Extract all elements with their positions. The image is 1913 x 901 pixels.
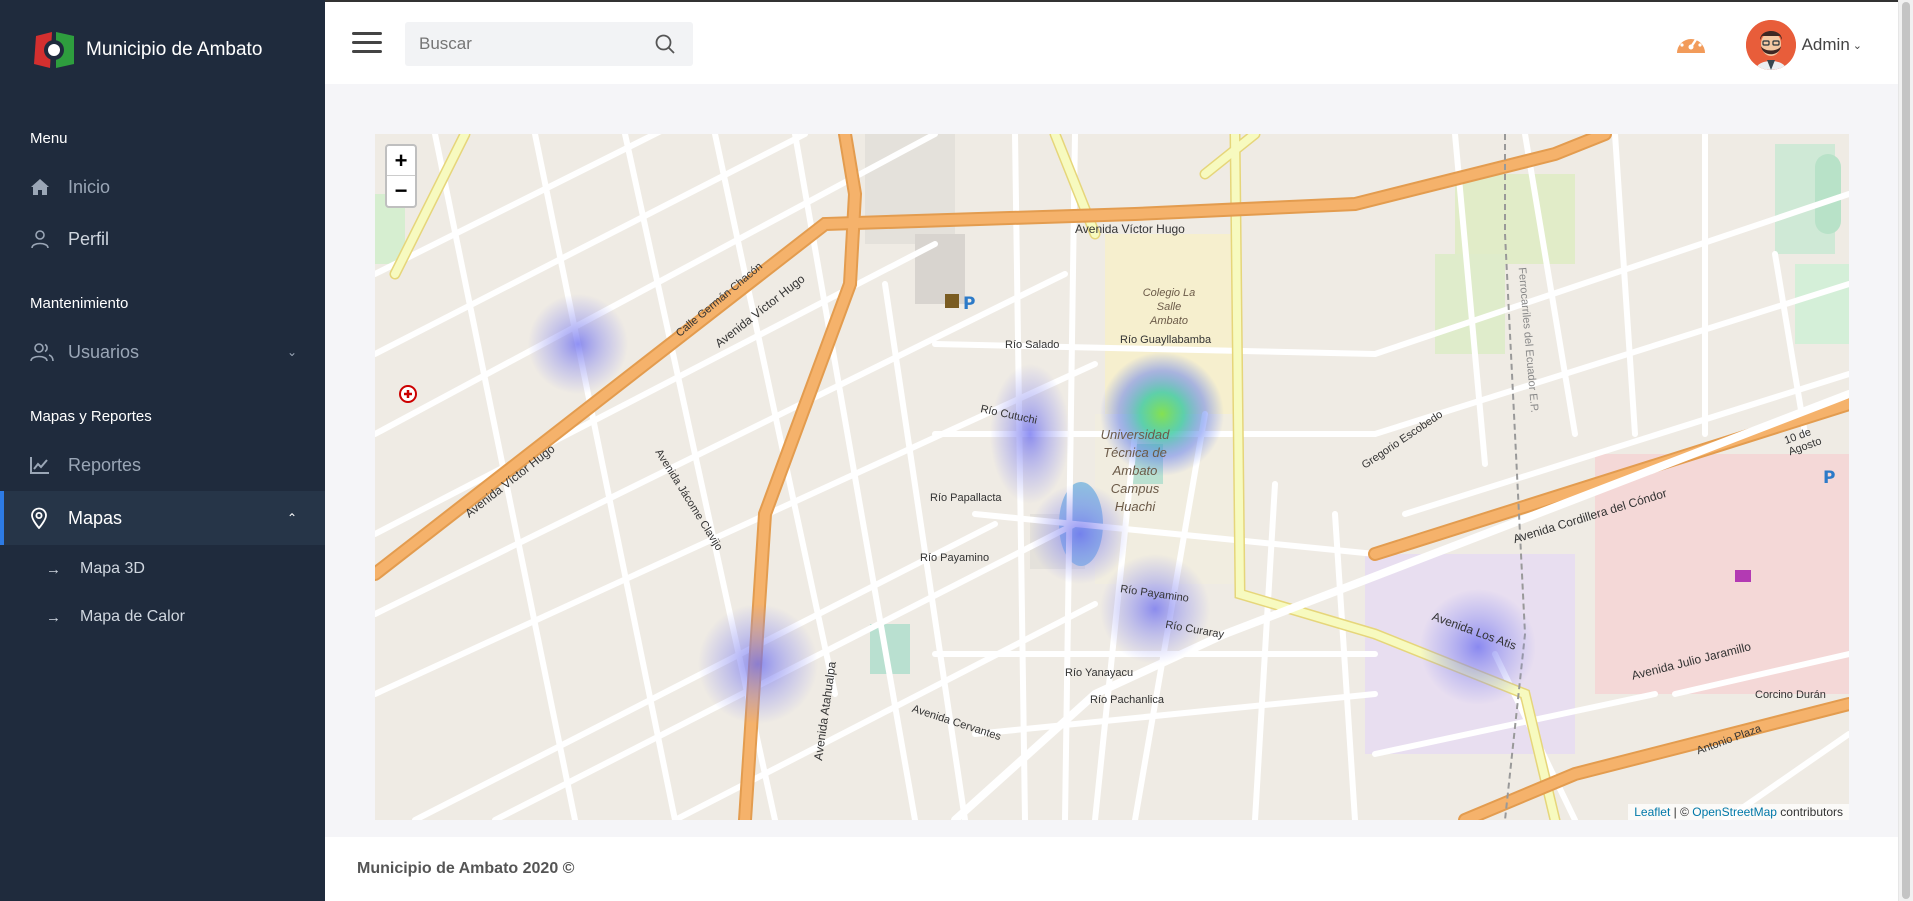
- chevron-down-icon: ⌄: [1852, 39, 1862, 52]
- map-zoom-control: + −: [385, 144, 417, 208]
- map-label-colegio: Colegio La Salle Ambato: [1142, 287, 1196, 327]
- arrow-right-icon: →: [46, 560, 61, 578]
- footer: Municipio de Ambato 2020 ©: [325, 837, 1898, 901]
- brand-name: Municipio de Ambato: [86, 39, 263, 60]
- map-label: Corcino Durán: [1755, 689, 1826, 701]
- map-label: Río Salado: [1005, 339, 1060, 351]
- sidebar: Municipio de Ambato Menu Inicio Perfil M…: [0, 0, 325, 901]
- dashboard-gauge-icon[interactable]: [1674, 28, 1708, 58]
- chevron-down-icon: ⌄: [286, 345, 298, 359]
- sidebar-item-perfil[interactable]: Perfil: [0, 213, 325, 265]
- arrow-right-icon: →: [46, 608, 61, 626]
- search-input[interactable]: [405, 34, 645, 54]
- attribution-contributors: contributors: [1776, 805, 1843, 819]
- map-label: Río Papallacta: [930, 492, 1002, 504]
- map-pin-icon: [30, 507, 64, 529]
- heatmap-map[interactable]: P P Avenida Víctor Hugo Avenida Víctor H…: [375, 134, 1849, 820]
- attribution-separator: | ©: [1670, 805, 1693, 819]
- map-attribution: Leaflet | © OpenStreetMap contributors: [1628, 804, 1849, 820]
- footer-text: Municipio de Ambato 2020 ©: [357, 860, 575, 877]
- user-name: Admin: [1801, 35, 1850, 54]
- sidebar-item-reportes[interactable]: Reportes: [0, 439, 325, 491]
- user-menu[interactable]: Admin ⌄: [1745, 20, 1862, 70]
- search-icon[interactable]: [645, 22, 685, 66]
- leaflet-link[interactable]: Leaflet: [1634, 805, 1670, 819]
- chevron-up-icon: ⌃: [286, 511, 298, 525]
- map-label: Río Yanayacu: [1065, 667, 1134, 679]
- section-mantenimiento: Mantenimiento: [30, 295, 129, 312]
- chart-line-icon: [30, 454, 64, 476]
- sidebar-subitem-label: Mapa de Calor: [80, 608, 185, 625]
- brand[interactable]: Municipio de Ambato: [0, 0, 325, 100]
- search-box: [405, 22, 693, 66]
- map-label: Río Payamino: [920, 552, 990, 564]
- avatar: [1745, 20, 1796, 70]
- sidebar-subitem-mapa-3d[interactable]: → Mapa 3D: [0, 545, 325, 593]
- page-scrollbar[interactable]: [1898, 0, 1913, 901]
- map-label: Avenida Víctor Hugo: [1075, 222, 1185, 236]
- section-menu: Menu: [30, 130, 68, 147]
- users-icon: [30, 341, 64, 363]
- sidebar-item-label: Mapas: [68, 507, 123, 528]
- sidebar-subitem-mapa-calor[interactable]: → Mapa de Calor: [0, 593, 325, 641]
- sidebar-item-label: Perfil: [68, 228, 110, 249]
- sidebar-item-label: Usuarios: [68, 341, 140, 362]
- sidebar-item-inicio[interactable]: Inicio: [0, 161, 325, 213]
- osm-link[interactable]: OpenStreetMap: [1692, 805, 1777, 819]
- hamburger-menu-icon[interactable]: [352, 32, 382, 54]
- top-header: Admin ⌄: [325, 0, 1898, 84]
- map-label-campus: Universidad Técnica de Ambato Campus Hua…: [1100, 427, 1170, 514]
- sidebar-subitem-label: Mapa 3D: [80, 560, 145, 577]
- municipio-logo-icon: [30, 28, 78, 72]
- user-icon: [30, 228, 64, 250]
- sidebar-item-label: Inicio: [68, 176, 111, 197]
- svg-text:P: P: [963, 294, 975, 314]
- zoom-in-button[interactable]: +: [387, 146, 415, 176]
- zoom-out-button[interactable]: −: [387, 176, 415, 206]
- sidebar-item-mapas[interactable]: Mapas ⌃: [0, 491, 325, 545]
- section-mapas-reportes: Mapas y Reportes: [30, 408, 152, 425]
- svg-text:P: P: [1823, 468, 1835, 488]
- sidebar-item-label: Reportes: [68, 454, 142, 475]
- map-label: Río Pachanlica: [1090, 694, 1164, 706]
- map-label: Río Guayllabamba: [1120, 334, 1212, 346]
- home-icon: [30, 176, 64, 198]
- sidebar-item-usuarios[interactable]: Usuarios ⌄: [0, 326, 325, 378]
